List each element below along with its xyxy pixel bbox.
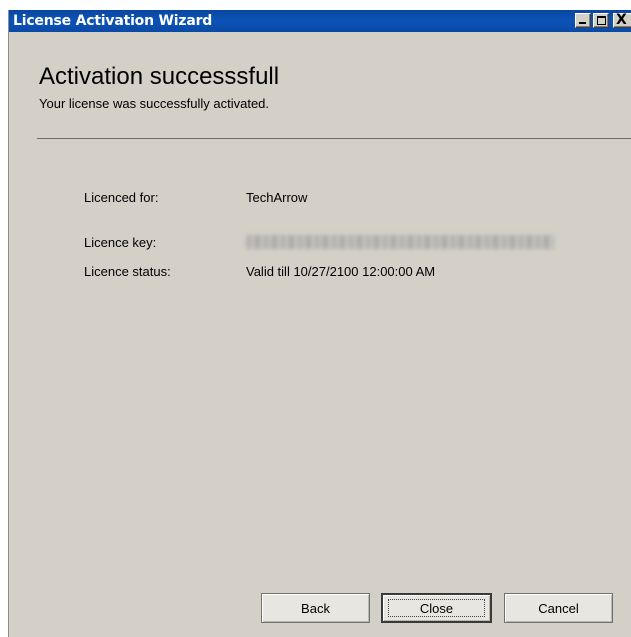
page-title: Activation successsfull <box>39 63 280 90</box>
title-bar[interactable]: License Activation Wizard X <box>9 10 631 32</box>
licensed-for-label: Licenced for: <box>84 190 159 205</box>
focus-ring <box>388 599 485 617</box>
cancel-button[interactable]: Cancel <box>504 593 613 623</box>
maximize-button[interactable] <box>593 13 609 28</box>
back-button[interactable]: Back <box>261 593 370 623</box>
window-title: License Activation Wizard <box>13 13 213 29</box>
close-icon: X <box>616 12 627 28</box>
licence-status-value: Valid till 10/27/2100 12:00:00 AM <box>246 264 436 279</box>
close-window-button[interactable]: X <box>613 13 631 28</box>
cancel-button-label: Cancel <box>538 600 579 616</box>
license-activation-wizard-window: License Activation Wizard X Activation s… <box>8 10 631 637</box>
header-separator <box>37 138 631 139</box>
licence-key-label: Licence key: <box>84 235 157 250</box>
close-button[interactable]: Close <box>381 593 492 623</box>
licensed-for-value: TechArrow <box>246 190 308 205</box>
back-button-label: Back <box>301 600 330 616</box>
licence-key-value-redacted <box>246 235 554 249</box>
page-subtitle: Your license was successfully activated. <box>39 96 270 111</box>
minimize-button[interactable] <box>575 13 591 28</box>
licence-status-label: Licence status: <box>84 264 171 279</box>
